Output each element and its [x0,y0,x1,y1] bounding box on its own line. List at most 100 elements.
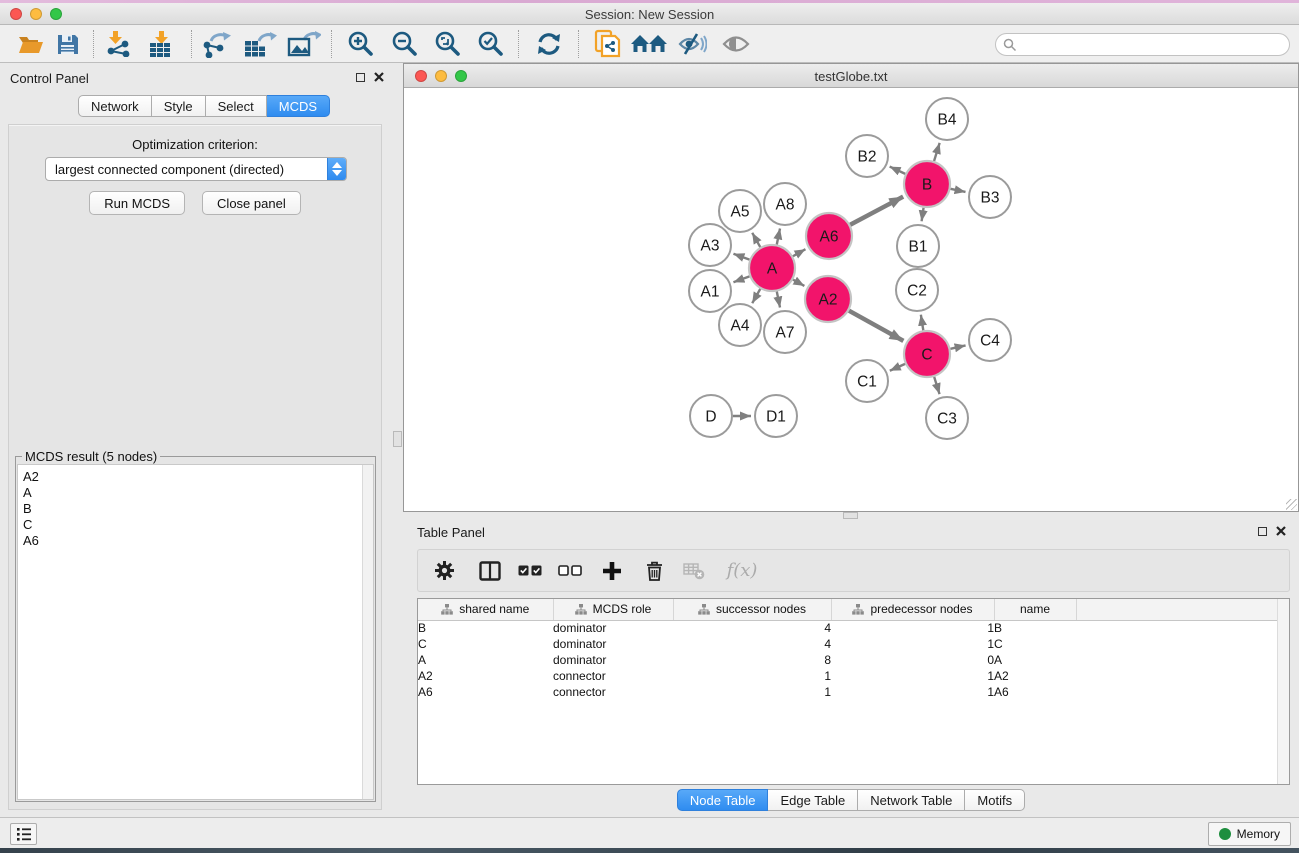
splitter-grip-vertical[interactable] [393,431,402,447]
table-row[interactable]: A6connector11A6 [418,684,1280,700]
search-icon [1003,38,1017,52]
table-row[interactable]: A2connector11A2 [418,668,1280,684]
column-browser-icon[interactable] [470,549,510,592]
export-image-icon[interactable] [284,25,324,63]
float-panel-icon[interactable] [356,73,365,82]
select-all-icon[interactable] [510,549,550,592]
edge-A-A8[interactable] [777,228,780,244]
open-session-icon[interactable] [16,25,46,63]
column-header-MCDS-role[interactable]: MCDS role [553,599,673,620]
network-view-window[interactable]: testGlobe.txt B4B2BB3A8A5A6B1A3AA1C2A2A4… [403,63,1299,512]
list-item[interactable]: B [18,501,373,517]
function-builder-icon[interactable]: f(x) [714,549,770,592]
refresh-icon[interactable] [531,25,567,63]
desktop-wallpaper-bottom [0,848,1299,853]
window-resize-grip[interactable] [1286,499,1297,510]
zoom-fit-icon[interactable] [430,25,466,63]
mcds-result-list[interactable]: A2ABCA6 [17,464,374,800]
column-header-successor-nodes[interactable]: successor nodes [673,599,831,620]
tab-select[interactable]: Select [206,95,267,117]
deselect-all-icon[interactable] [550,549,590,592]
import-network-icon[interactable] [103,25,135,63]
edge-B-B3[interactable] [951,189,966,192]
column-header-name[interactable]: name [994,599,1076,620]
memory-button[interactable]: Memory [1208,822,1291,846]
node-label-C1: C1 [857,374,877,391]
home-icon[interactable] [630,25,670,63]
tab-node-table[interactable]: Node Table [677,789,769,811]
control-panel-tabs: NetworkStyleSelectMCDS [78,95,330,117]
network-canvas[interactable]: B4B2BB3A8A5A6B1A3AA1C2A2A4A7C4CC1DD1C3 [404,88,1298,511]
copy-network-icon[interactable] [590,25,626,63]
criterion-dropdown[interactable]: largest connected component (directed) [45,157,347,181]
export-network-icon[interactable] [199,25,235,63]
dropdown-stepper-icon [327,158,346,180]
edge-B-B2[interactable] [890,167,906,174]
edge-C-C1[interactable] [890,364,905,371]
node-label-D1: D1 [766,409,786,426]
edge-A6-B[interactable] [850,197,903,225]
edge-A-A5[interactable] [752,233,760,247]
tab-network-table[interactable]: Network Table [858,789,965,811]
hide-details-icon[interactable] [674,25,710,63]
list-scrollbar[interactable] [362,465,373,799]
tab-edge-table[interactable]: Edge Table [768,789,858,811]
close-panel-icon[interactable] [374,72,384,82]
table-row[interactable]: Adominator80A [418,652,1280,668]
save-session-icon[interactable] [52,25,82,63]
node-label-B4: B4 [938,112,957,129]
column-header-shared-name[interactable]: shared name [418,599,553,620]
close-panel-button[interactable]: Close panel [202,191,301,215]
float-panel-icon[interactable] [1258,527,1267,536]
add-column-icon[interactable] [590,549,634,592]
list-item[interactable]: A2 [18,469,373,485]
show-details-icon[interactable] [718,25,754,63]
tab-motifs[interactable]: Motifs [965,789,1025,811]
node-label-C4: C4 [980,333,1000,350]
edge-C-C3[interactable] [934,377,939,394]
list-item[interactable]: C [18,517,373,533]
delete-table-icon[interactable] [674,549,714,592]
tab-network[interactable]: Network [78,95,152,117]
edge-A-A4[interactable] [752,289,760,303]
edge-A-A2[interactable] [793,280,804,286]
edge-A-A6[interactable] [793,249,806,256]
list-item[interactable]: A [18,485,373,501]
settings-gear-icon[interactable] [418,549,470,592]
edge-A-A3[interactable] [733,254,749,260]
edge-C-C2[interactable] [921,315,923,331]
main-titlebar[interactable]: Session: New Session [0,3,1299,25]
table-row[interactable]: Bdominator41B [418,620,1280,636]
tab-mcds[interactable]: MCDS [267,95,330,117]
node-label-A4: A4 [731,318,750,335]
table-scrollbar[interactable] [1277,599,1289,784]
edge-C-C4[interactable] [950,345,965,348]
close-panel-icon[interactable] [1276,526,1286,536]
search-input[interactable] [995,33,1290,56]
task-history-button[interactable] [10,823,37,845]
network-window-title: testGlobe.txt [404,69,1298,84]
edge-A2-C[interactable] [849,311,903,341]
node-label-C3: C3 [937,411,957,428]
zoom-selected-icon[interactable] [473,25,509,63]
edge-B-B1[interactable] [922,208,924,222]
edge-B-B4[interactable] [934,143,940,161]
column-header-predecessor-nodes[interactable]: predecessor nodes [831,599,994,620]
edge-A-A7[interactable] [777,292,780,308]
run-mcds-button[interactable]: Run MCDS [89,191,185,215]
table-row[interactable]: Cdominator41C [418,636,1280,652]
memory-status-icon [1219,828,1231,840]
export-table-icon[interactable] [240,25,280,63]
delete-column-icon[interactable] [634,549,674,592]
tab-style[interactable]: Style [152,95,206,117]
zoom-out-icon[interactable] [387,25,423,63]
list-item[interactable]: A6 [18,533,373,549]
zoom-in-icon[interactable] [343,25,379,63]
edge-A-A1[interactable] [733,276,749,282]
node-label-A7: A7 [776,325,795,342]
splitter-grip-horizontal[interactable] [843,512,858,519]
import-table-icon[interactable] [144,25,180,63]
network-window-titlebar[interactable]: testGlobe.txt [404,64,1298,88]
toolbar-separator [191,30,192,58]
node-table[interactable]: shared nameMCDS rolesuccessor nodesprede… [417,598,1290,785]
